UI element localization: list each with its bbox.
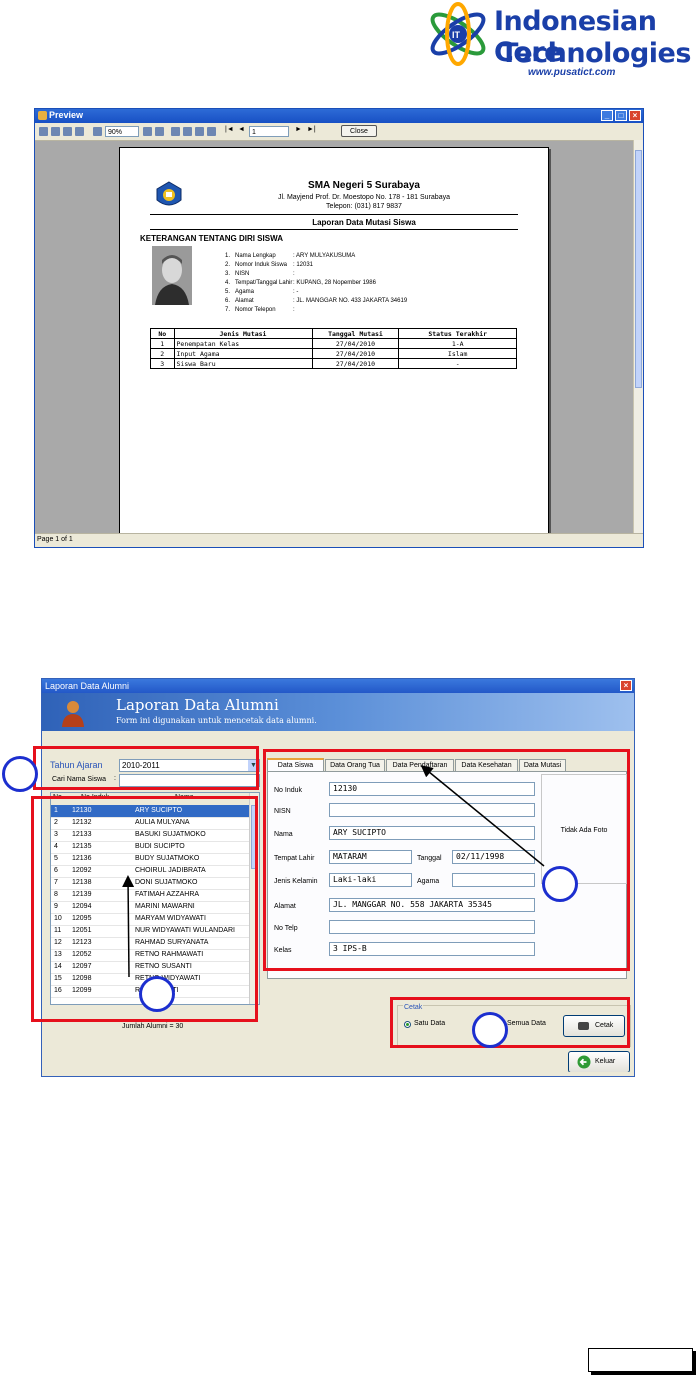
arrow-to-grid — [122, 875, 135, 978]
page-number-box — [588, 1348, 693, 1372]
annotation-arrows — [122, 765, 545, 978]
arrow-to-tabs — [420, 765, 545, 867]
